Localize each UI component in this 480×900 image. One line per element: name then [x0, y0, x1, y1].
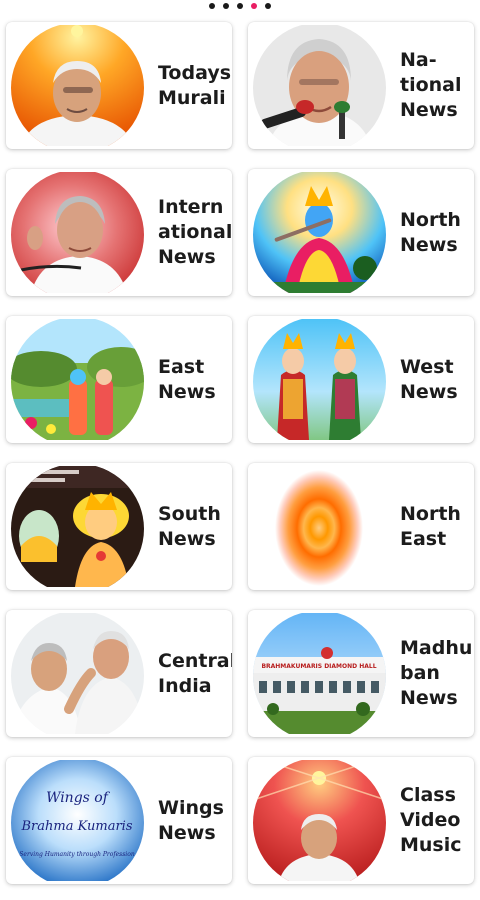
page-dot[interactable]	[265, 3, 271, 9]
tile-label: Central India	[158, 649, 232, 697]
speaker-portrait-image	[253, 25, 386, 146]
tile-wings-news[interactable]: Wings of Brahma Kumaris Serving Humanity…	[6, 757, 232, 884]
tile-todays-murali[interactable]: Todays Murali	[6, 22, 232, 149]
tile-label: Madhu ban News	[400, 637, 473, 709]
child-deity-image	[11, 466, 144, 587]
page-dot[interactable]	[209, 3, 215, 9]
tile-label: East News	[158, 355, 216, 403]
page-dot[interactable]	[223, 3, 229, 9]
logo-line-2: Brahma Kumaris	[20, 819, 132, 834]
tile-label: Intern ational News	[158, 196, 232, 268]
tile-label: Na- tional News	[400, 49, 462, 121]
tile-east-news[interactable]: East News	[6, 316, 232, 443]
building-sign-text: BRAHMAKUMARIS DIAMOND HALL	[261, 663, 376, 670]
building-image: BRAHMAKUMARIS DIAMOND HALL	[253, 613, 386, 734]
logo-line-1: Wings of	[46, 790, 111, 806]
deity-image	[253, 172, 386, 293]
tile-west-news[interactable]: West News	[248, 316, 474, 443]
tile-label: Class Video Music	[400, 784, 462, 856]
page-dot[interactable]	[237, 3, 243, 9]
tile-label: South News	[158, 502, 221, 550]
tile-central-india[interactable]: Central India	[6, 610, 232, 737]
tile-class-video-music[interactable]: Class Video Music	[248, 757, 474, 884]
tile-north-east[interactable]: North East	[248, 463, 474, 590]
logo-line-3: Serving Humanity through Profession	[19, 851, 135, 858]
speaker-portrait-image	[11, 25, 144, 146]
deity-image	[253, 319, 386, 440]
tile-south-news[interactable]: South News	[6, 463, 232, 590]
tile-label: North East	[400, 502, 461, 550]
news-category-grid: Todays Murali Na- tional News Intern ati…	[6, 22, 474, 884]
speaker-portrait-image	[11, 172, 144, 293]
wings-logo-image: Wings of Brahma Kumaris Serving Humanity…	[11, 760, 144, 881]
deity-image	[11, 319, 144, 440]
orange-light-image	[253, 466, 386, 587]
tile-north-news[interactable]: North News	[248, 169, 474, 296]
tile-label: Todays Murali	[158, 61, 232, 109]
tile-label: North News	[400, 208, 461, 256]
tile-international-news[interactable]: Intern ational News	[6, 169, 232, 296]
page-indicator[interactable]	[0, 1, 480, 11]
tile-national-news[interactable]: Na- tional News	[248, 22, 474, 149]
two-elders-image	[11, 613, 144, 734]
tile-label: Wings News	[158, 796, 224, 844]
tile-label: West News	[400, 355, 458, 403]
speaker-portrait-image	[253, 760, 386, 881]
page-dot-active[interactable]	[251, 3, 257, 9]
tile-madhuban-news[interactable]: BRAHMAKUMARIS DIAMOND HALL Madhu ban New…	[248, 610, 474, 737]
